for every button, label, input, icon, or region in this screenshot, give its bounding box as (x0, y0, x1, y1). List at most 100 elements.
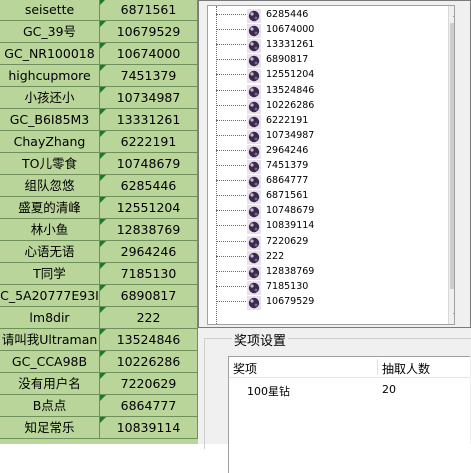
name-cell[interactable]: GC_NR100018 (0, 43, 100, 64)
list-item[interactable]: 10674000 (208, 23, 440, 39)
award-cell[interactable]: 100星钻 (247, 383, 290, 399)
id-cell[interactable]: 6222191 (100, 131, 198, 152)
name-cell[interactable]: 知足常乐 (0, 417, 100, 438)
member-tree-list[interactable]: 6285446 10674000 13331261 6890817 12551204 13… (207, 5, 455, 325)
list-item-label: 7185130 (266, 280, 309, 292)
list-item[interactable]: 6890817 (208, 53, 440, 69)
name-cell[interactable]: GC_CCA98B (0, 351, 100, 372)
id-cell[interactable]: 10748679 (100, 153, 198, 174)
list-item[interactable]: 6222191 (208, 114, 440, 129)
list-item[interactable]: 2964246 (208, 144, 440, 159)
sheet-row[interactable]: seisette 6871561 (0, 0, 204, 21)
sheet-row[interactable]: T同学 7185130 (0, 263, 204, 285)
name-cell[interactable]: GC_39号 (0, 21, 100, 42)
id-cell[interactable]: 6285446 (100, 175, 198, 196)
id-cell[interactable]: 10674000 (100, 43, 198, 64)
name-cell[interactable]: 小孩还小 (0, 87, 100, 108)
name-cell[interactable]: 组队忽悠 (0, 175, 100, 196)
id-cell[interactable]: 10734987 (100, 87, 198, 108)
list-item[interactable]: 6871561 (208, 189, 440, 205)
name-cell[interactable]: TO儿零食 (0, 153, 100, 174)
name-cell[interactable]: 没有用户名 (0, 373, 100, 394)
sheet-row[interactable]: 盛夏的清峰 12551204 (0, 197, 204, 219)
list-item-label: 6285446 (266, 9, 309, 20)
sheet-row[interactable]: 心语无语 2964246 (0, 241, 204, 263)
id-cell[interactable]: 7185130 (100, 263, 198, 284)
award-listview[interactable]: 奖项 抽取人数 100星钻 20 (228, 356, 470, 473)
sheet-row[interactable]: B点点 6864777 (0, 395, 204, 417)
name-cell[interactable]: 心语无语 (0, 241, 100, 262)
list-item-label: 10839114 (266, 220, 315, 232)
sheet-row[interactable]: 组队忽悠 6285446 (0, 175, 204, 197)
name-cell[interactable]: highcupmore (0, 65, 100, 86)
id-cell[interactable]: 2964246 (100, 241, 198, 262)
sheet-row[interactable]: 知足常乐 10839114 (0, 417, 204, 439)
sheet-row[interactable]: C_5A20777E93I 6890817 (0, 285, 204, 307)
list-item[interactable]: 12551204 (208, 68, 440, 84)
sheet-row[interactable]: GC_39号 10679529 (0, 21, 204, 43)
list-item[interactable]: 7451379 (208, 159, 440, 174)
list-item[interactable]: 13331261 (208, 38, 440, 54)
sheet-row[interactable]: ChayZhang 6222191 (0, 131, 204, 153)
list-item[interactable]: 10748679 (208, 204, 440, 220)
comment-indicator-icon (100, 307, 106, 313)
sheet-row[interactable]: TO儿零食 10748679 (0, 153, 204, 175)
scroll-down-button[interactable] (449, 308, 454, 324)
id-cell[interactable]: 10839114 (100, 417, 198, 438)
name-cell[interactable]: 林小鱼 (0, 219, 100, 240)
id-cell[interactable]: 10226286 (100, 351, 198, 372)
id-cell[interactable]: 222 (100, 307, 198, 328)
name-cell[interactable]: seisette (0, 0, 100, 20)
sheet-row[interactable]: GC_NR100018 10674000 (0, 43, 204, 65)
list-item[interactable]: 12838769 (208, 265, 440, 280)
sheet-row[interactable]: lm8dir 222 (0, 307, 204, 329)
name-cell[interactable]: C_5A20777E93I (0, 285, 100, 306)
sheet-row[interactable]: GC_CCA98B 10226286 (0, 351, 204, 373)
list-item[interactable]: 7185130 (208, 280, 440, 295)
list-item[interactable]: 222 (208, 250, 440, 265)
name-cell[interactable]: B点点 (0, 395, 100, 416)
vertical-scrollbar[interactable] (448, 6, 454, 324)
scroll-thumb[interactable] (450, 23, 454, 289)
id-cell[interactable]: 6871561 (100, 0, 198, 20)
user-node-icon (247, 219, 261, 235)
id-cell[interactable]: 10679529 (100, 21, 198, 42)
column-header-award[interactable]: 奖项 (233, 360, 257, 377)
scroll-up-button[interactable] (449, 6, 454, 22)
list-item[interactable]: 10226286 (208, 99, 440, 114)
id-cell[interactable]: 12838769 (100, 219, 198, 240)
list-item[interactable]: 10839114 (208, 219, 440, 235)
list-item-label: 12838769 (266, 265, 315, 277)
comment-indicator-icon (100, 109, 106, 115)
count-cell[interactable]: 20 (382, 383, 396, 396)
list-item[interactable]: 7220629 (208, 235, 440, 250)
list-item[interactable]: 13524846 (208, 84, 440, 99)
list-item[interactable]: 6864777 (208, 174, 440, 190)
id-cell[interactable]: 12551204 (100, 197, 198, 218)
sheet-row[interactable]: highcupmore 7451379 (0, 65, 204, 87)
name-cell[interactable]: T同学 (0, 263, 100, 284)
sheet-row[interactable]: 请叫我Ultraman 13524846 (0, 329, 204, 351)
sheet-row[interactable]: GC_B6I85M3 13331261 (0, 109, 204, 131)
id-cell[interactable]: 13524846 (100, 329, 198, 350)
list-item[interactable]: 6285446 (208, 8, 440, 23)
name-cell[interactable]: GC_B6I85M3 (0, 109, 100, 130)
column-divider[interactable] (377, 359, 378, 375)
name-cell[interactable]: lm8dir (0, 307, 100, 328)
id-cell[interactable]: 6890817 (100, 285, 198, 306)
id-cell[interactable]: 7451379 (100, 65, 198, 86)
list-item-label: 6890817 (266, 54, 309, 66)
sheet-row[interactable]: 没有用户名 7220629 (0, 373, 204, 395)
name-cell[interactable]: 盛夏的清峰 (0, 197, 100, 218)
name-cell[interactable]: 请叫我Ultraman (0, 329, 100, 350)
name-cell[interactable]: ChayZhang (0, 131, 100, 152)
id-cell[interactable]: 13331261 (100, 109, 198, 130)
id-cell[interactable]: 6864777 (100, 395, 198, 416)
id-cell[interactable]: 7220629 (100, 373, 198, 394)
list-item[interactable]: 10734987 (208, 129, 440, 144)
comment-indicator-icon (100, 373, 106, 379)
list-item[interactable]: 10679529 (208, 295, 440, 310)
sheet-row[interactable]: 林小鱼 12838769 (0, 219, 204, 241)
sheet-row[interactable]: 小孩还小 10734987 (0, 87, 204, 109)
column-header-count[interactable]: 抽取人数 (382, 360, 430, 377)
